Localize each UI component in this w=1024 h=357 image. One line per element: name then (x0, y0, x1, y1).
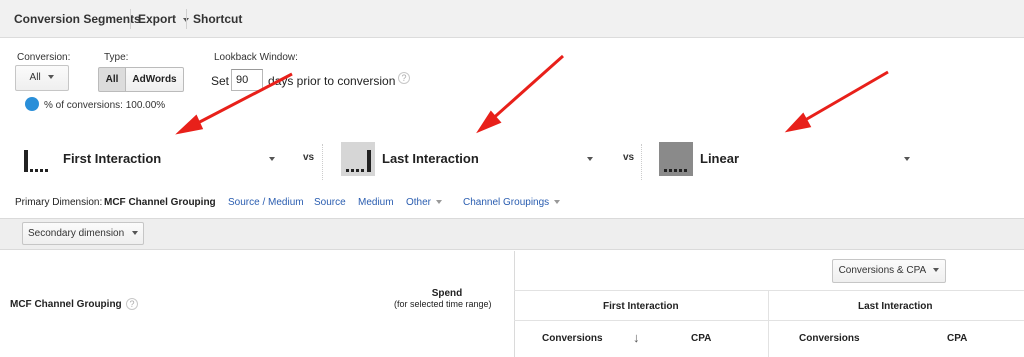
red-arrow (784, 70, 889, 133)
secondary-dimension-dropdown[interactable]: Secondary dimension (22, 222, 144, 245)
chevron-down-icon (553, 200, 560, 205)
column-header-cpa[interactable]: CPA (947, 333, 967, 344)
column-group-first-interaction: First Interaction (603, 301, 679, 312)
red-arrow (175, 72, 293, 135)
column-header-conversions[interactable]: Conversions (799, 333, 860, 344)
spend-subtitle: (for selected time range) (394, 299, 492, 309)
table-divider (514, 251, 515, 357)
table-divider (514, 320, 1024, 321)
help-icon[interactable]: ? (126, 298, 138, 310)
column-header-cpa[interactable]: CPA (691, 333, 711, 344)
table-divider (514, 290, 1024, 291)
sort-down-arrow-icon[interactable]: ↓ (633, 330, 640, 345)
dimension-other[interactable]: Other (406, 197, 442, 208)
dimension-medium[interactable]: Medium (358, 197, 394, 208)
primary-dimension-label: Primary Dimension: (15, 197, 103, 208)
secondary-dimension-label: Secondary dimension (28, 228, 125, 239)
column-header-spend: Spend (431, 288, 463, 299)
channel-groupings-dropdown[interactable]: Channel Groupings (463, 197, 560, 208)
channel-groupings-label: Channel Groupings (463, 197, 550, 208)
dimension-source[interactable]: Source (314, 197, 346, 208)
table-divider (768, 291, 769, 357)
red-arrow (476, 54, 564, 134)
metric-group-label: Conversions & CPA (838, 265, 926, 276)
chevron-down-icon (435, 200, 442, 205)
chevron-down-icon (933, 268, 940, 273)
metric-group-dropdown[interactable]: Conversions & CPA (832, 259, 946, 283)
dimension-source-medium[interactable]: Source / Medium (228, 197, 304, 208)
column-group-last-interaction: Last Interaction (858, 301, 933, 312)
dimension-mcf-channel-grouping[interactable]: MCF Channel Grouping (104, 197, 216, 208)
column-header-mcf-channel-grouping[interactable]: MCF Channel Grouping (10, 299, 122, 310)
chevron-down-icon (131, 231, 138, 236)
column-header-conversions[interactable]: Conversions (542, 333, 603, 344)
secondary-dimension-bar (0, 218, 1024, 250)
dimension-other-label: Other (406, 197, 432, 208)
